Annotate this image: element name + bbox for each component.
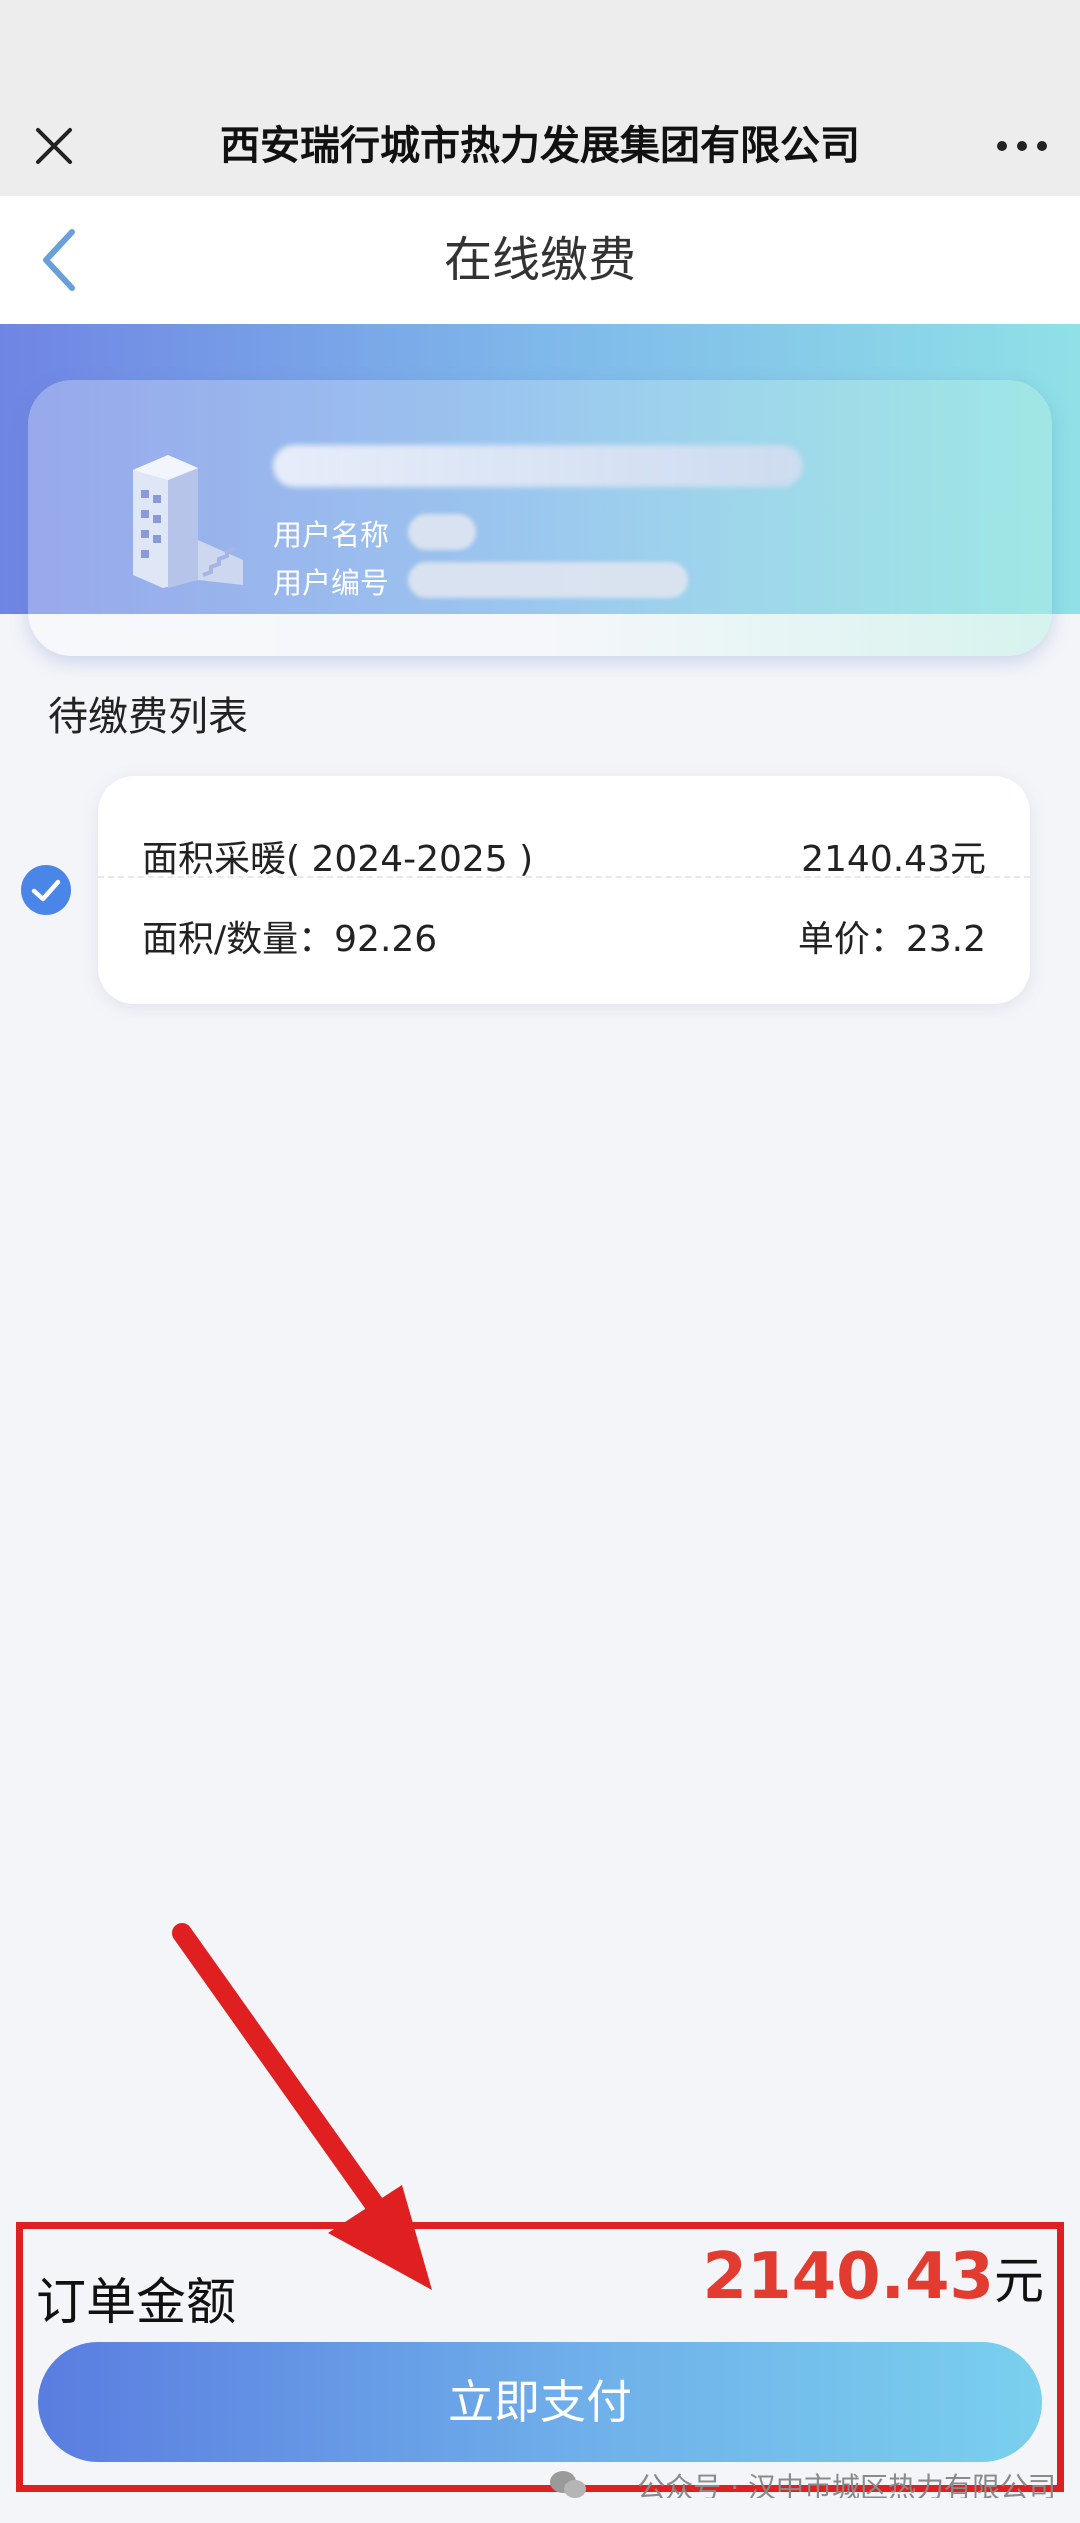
user-id-redacted	[408, 562, 688, 598]
bill-item-header-row: 面积采暖( 2024-2025 ) 2140.43元	[142, 830, 986, 890]
back-icon[interactable]	[32, 226, 92, 294]
check-circle-icon[interactable]	[20, 864, 72, 916]
bill-item-name: 面积采暖( 2024-2025 )	[142, 839, 534, 880]
section-title: 待缴费列表	[48, 694, 248, 740]
title-bar: 西安瑞行城市热力发展集团有限公司	[0, 96, 1080, 196]
divider	[98, 876, 1030, 878]
user-name-redacted	[408, 514, 476, 550]
bottom-bar	[0, 2498, 1080, 2523]
page-title: 在线缴费	[443, 232, 636, 288]
user-name-label: 用户名称	[273, 518, 390, 552]
more-icon[interactable]	[992, 126, 1052, 166]
close-icon[interactable]	[26, 118, 82, 174]
annotation-arrow-icon	[172, 1923, 432, 2290]
wechat-icon	[550, 2471, 586, 2498]
app-title: 西安瑞行城市热力发展集团有限公司	[220, 123, 860, 169]
bill-item-card[interactable]: 面积采暖( 2024-2025 ) 2140.43元 面积/数量：92.26 单…	[98, 776, 1030, 1004]
page-nav: 在线缴费	[0, 196, 1080, 324]
bill-item-unit-price: 单价：23.2	[797, 919, 986, 960]
status-bar	[0, 0, 1080, 96]
bill-item-detail-row: 面积/数量：92.26 单价：23.2	[142, 910, 986, 970]
bill-item-area: 面积/数量：92.26	[142, 919, 438, 960]
user-address-redacted	[273, 445, 803, 487]
bill-item-amount: 2140.43元	[801, 839, 986, 880]
user-id-label: 用户编号	[273, 566, 390, 600]
user-card: 用户名称 用户编号	[28, 380, 1052, 656]
building-icon	[133, 455, 243, 588]
